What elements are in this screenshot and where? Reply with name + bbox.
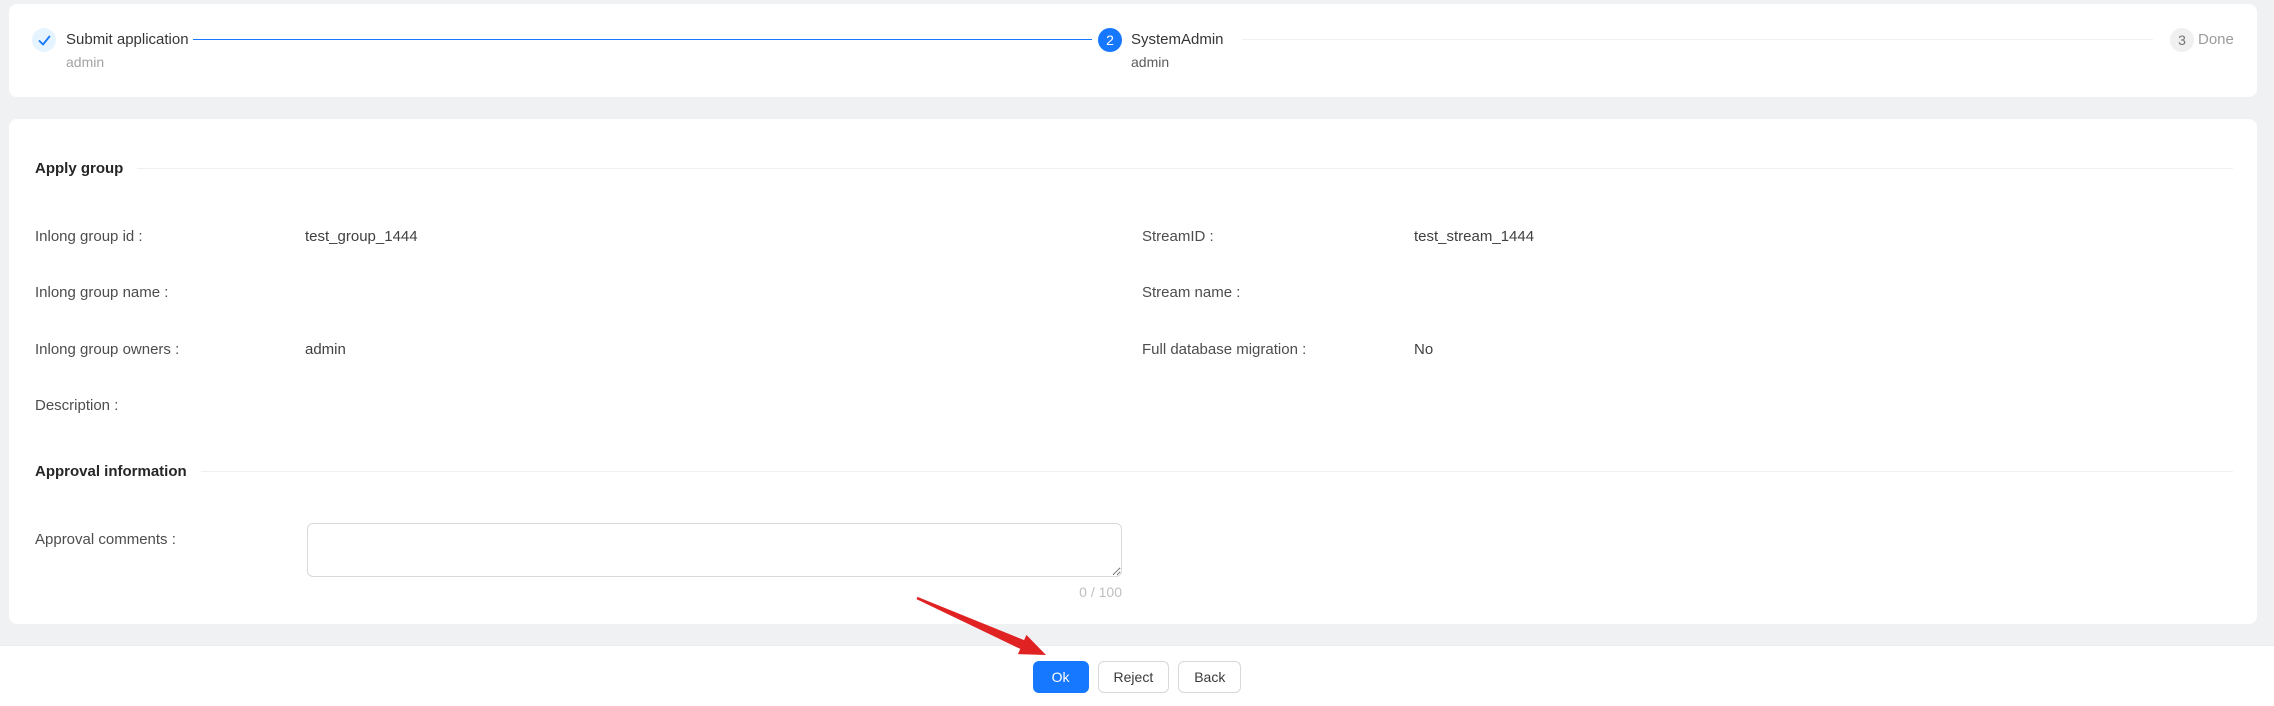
ok-button[interactable]: Ok (1033, 661, 1089, 693)
section-approval-information: Approval information (35, 463, 2233, 480)
field-label: Inlong group id : (35, 227, 305, 247)
step3-title: Done (2198, 29, 2234, 51)
field-label: Full database migration : (1142, 340, 1414, 360)
workflow-steps-card: Submit application admin 2 SystemAdmin a… (9, 4, 2257, 97)
field-label: Stream name : (1142, 283, 1414, 303)
field-label: StreamID : (1142, 227, 1414, 247)
action-footer: Ok Reject Back (0, 645, 2274, 706)
back-button[interactable]: Back (1178, 661, 1241, 693)
field-inlong-group-name: Inlong group name : (35, 283, 305, 303)
step2-active-icon: 2 (1098, 28, 1122, 52)
field-label: Description : (35, 396, 305, 416)
section-title-approval-information: Approval information (35, 463, 187, 480)
step3-wait-icon: 3 (2170, 28, 2194, 52)
field-stream-name: Stream name : (1142, 283, 1414, 303)
field-value: admin (305, 341, 346, 358)
section-divider (137, 168, 2233, 169)
step-connector-wait (1242, 39, 2153, 40)
field-full-database-migration: Full database migration :No (1142, 340, 1433, 360)
field-description: Description : (35, 396, 305, 416)
step2-title: SystemAdmin (1131, 29, 1224, 51)
field-value: test_group_1444 (305, 228, 418, 245)
field-label: Inlong group owners : (35, 340, 305, 360)
section-title-apply-group: Apply group (35, 160, 123, 177)
field-inlong-group-id: Inlong group id :test_group_1444 (35, 227, 418, 247)
application-detail-card: Apply group Inlong group id :test_group_… (9, 119, 2257, 624)
field-value: test_stream_1444 (1414, 228, 1534, 245)
step2-description: admin (1131, 51, 1169, 73)
field-value: No (1414, 341, 1433, 358)
approval-comments-textarea[interactable] (307, 523, 1122, 577)
check-icon (38, 34, 51, 47)
step1-title: Submit application (66, 29, 189, 51)
section-apply-group: Apply group (35, 160, 2233, 177)
step2-number: 2 (1106, 32, 1114, 48)
field-label: Inlong group name : (35, 283, 305, 303)
field-inlong-group-owners: Inlong group owners :admin (35, 340, 346, 360)
step1-description: admin (66, 51, 104, 73)
approval-comments-label: Approval comments : (35, 530, 176, 550)
field-stream-id: StreamID :test_stream_1444 (1142, 227, 1534, 247)
step3-number: 3 (2178, 32, 2186, 48)
step1-finished-icon (32, 28, 56, 52)
character-counter: 0 / 100 (1079, 582, 1122, 602)
reject-button[interactable]: Reject (1098, 661, 1170, 693)
section-divider (201, 471, 2233, 472)
step-connector-finished (193, 39, 1092, 40)
